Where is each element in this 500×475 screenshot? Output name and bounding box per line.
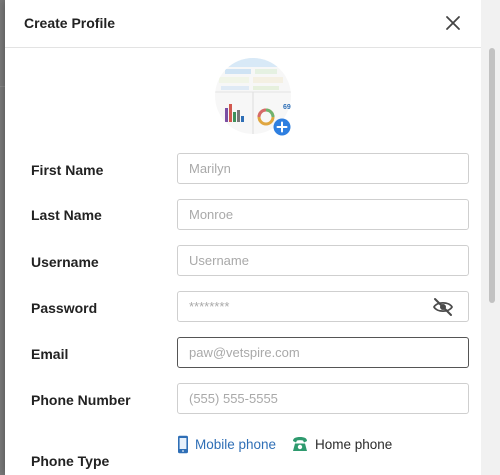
phone-type-home-label: Home phone — [315, 436, 393, 452]
create-profile-modal: Create Profile 69 First Name Marilyn Las… — [5, 0, 486, 475]
phone-type-label: Phone Type — [31, 453, 110, 469]
username-input[interactable] — [177, 245, 469, 276]
email-label: Email — [31, 346, 69, 362]
close-icon — [446, 16, 460, 30]
modal-header: Create Profile — [5, 0, 486, 48]
first-name-input[interactable] — [177, 153, 469, 184]
phone-number-label: Phone Number — [31, 392, 131, 408]
password-visibility-toggle[interactable] — [432, 297, 454, 317]
mobile-phone-icon — [178, 435, 188, 453]
eye-slash-icon — [432, 298, 454, 316]
home-phone-icon — [293, 437, 307, 451]
last-name-label: Last Name — [31, 207, 102, 223]
last-name-input[interactable] — [177, 199, 469, 230]
plus-circle-icon[interactable] — [273, 118, 291, 136]
password-input[interactable] — [177, 291, 469, 322]
username-label: Username — [31, 254, 99, 270]
phone-type-mobile-label: Mobile phone — [195, 436, 277, 452]
email-input[interactable] — [177, 337, 469, 368]
modal-scrollbar[interactable] — [481, 0, 500, 475]
phone-type-option-home[interactable]: Home phone — [291, 434, 392, 454]
phone-type-option-mobile[interactable]: Mobile phone — [177, 434, 276, 454]
modal-title: Create Profile — [24, 15, 116, 31]
scrollbar-thumb[interactable] — [489, 48, 495, 303]
password-label: Password — [31, 300, 98, 316]
phone-number-input[interactable] — [177, 383, 469, 414]
avatar-badge-text: 69 — [283, 104, 291, 111]
first-name-label: First Name — [31, 162, 104, 178]
profile-image-upload[interactable]: 69 — [215, 58, 291, 136]
close-button[interactable] — [441, 11, 465, 35]
